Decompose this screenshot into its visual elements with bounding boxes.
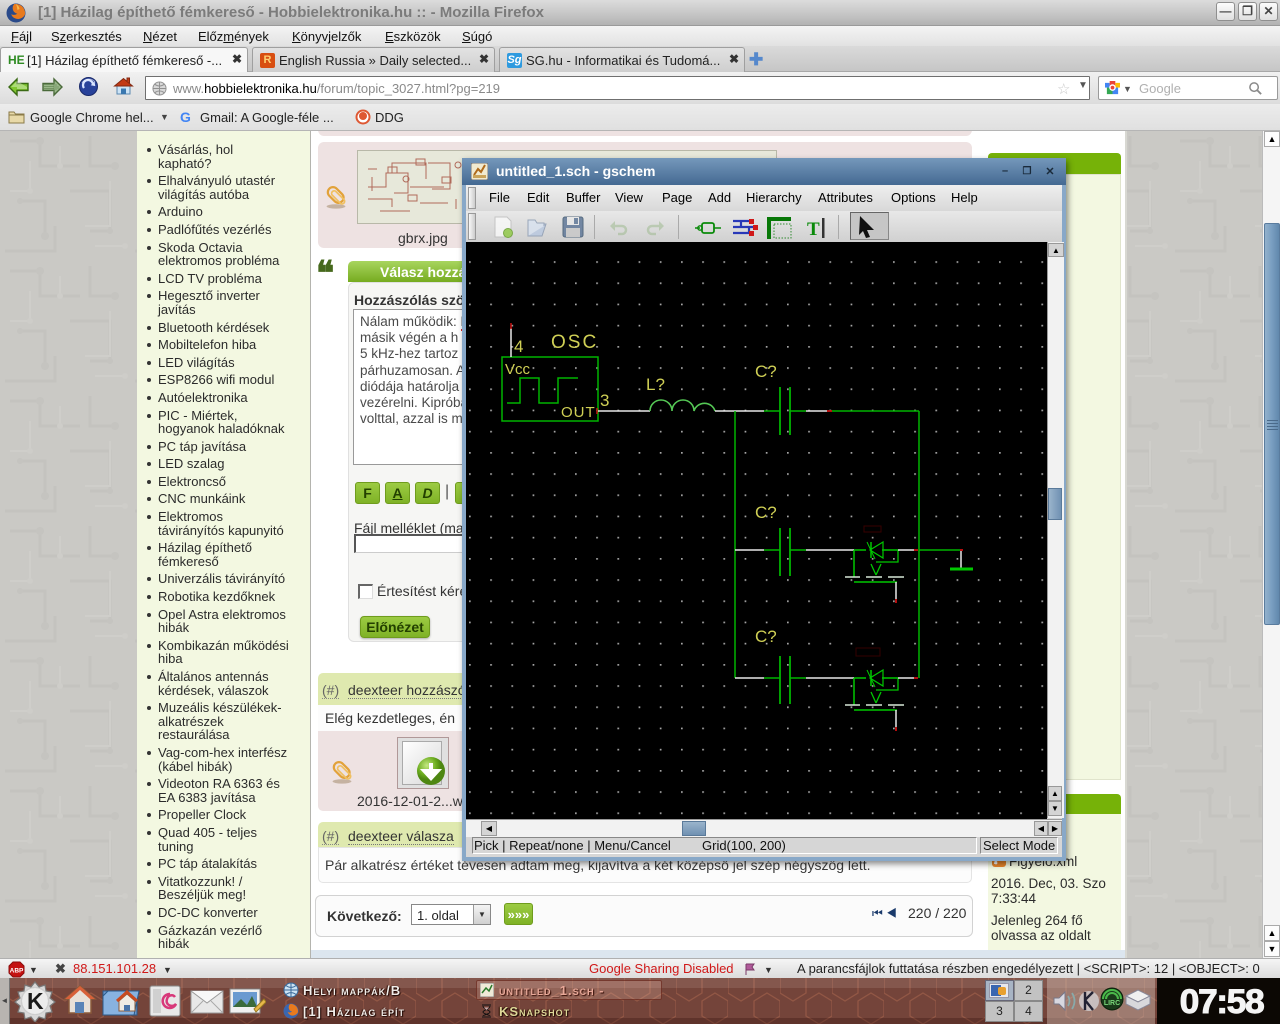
svg-text:LIRC: LIRC (1104, 1000, 1120, 1007)
svg-text:OUT: OUT (561, 404, 596, 421)
svg-text:C?: C? (755, 362, 777, 381)
svg-text:Vcc: Vcc (505, 361, 531, 378)
svg-text:T: T (807, 219, 820, 240)
svg-text:4: 4 (514, 337, 523, 356)
svg-text:L?: L? (646, 375, 665, 394)
svg-text:K: K (27, 988, 44, 1014)
svg-text:ABP: ABP (10, 968, 24, 975)
svg-text:C?: C? (755, 627, 777, 646)
svg-text:OSC: OSC (551, 332, 598, 353)
svg-text:3: 3 (600, 391, 609, 410)
svg-text:C?: C? (755, 503, 777, 522)
